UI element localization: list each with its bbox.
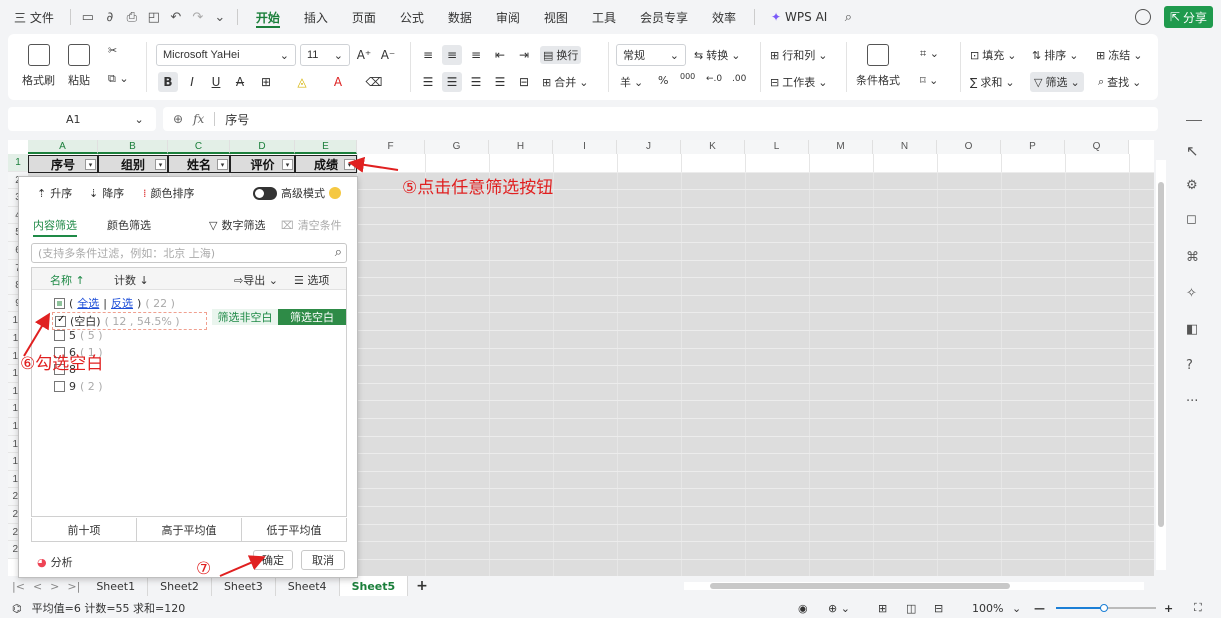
arrow-step5 (348, 156, 399, 173)
annotation-step5: ⑤点击任意筛选按钮 (402, 178, 554, 198)
annotation-step7: ⑦ (196, 559, 212, 579)
annotation-step6: ⑥勾选空白 (20, 354, 104, 374)
arrow-step7 (219, 555, 266, 577)
annotation-arrows (23, 156, 399, 577)
